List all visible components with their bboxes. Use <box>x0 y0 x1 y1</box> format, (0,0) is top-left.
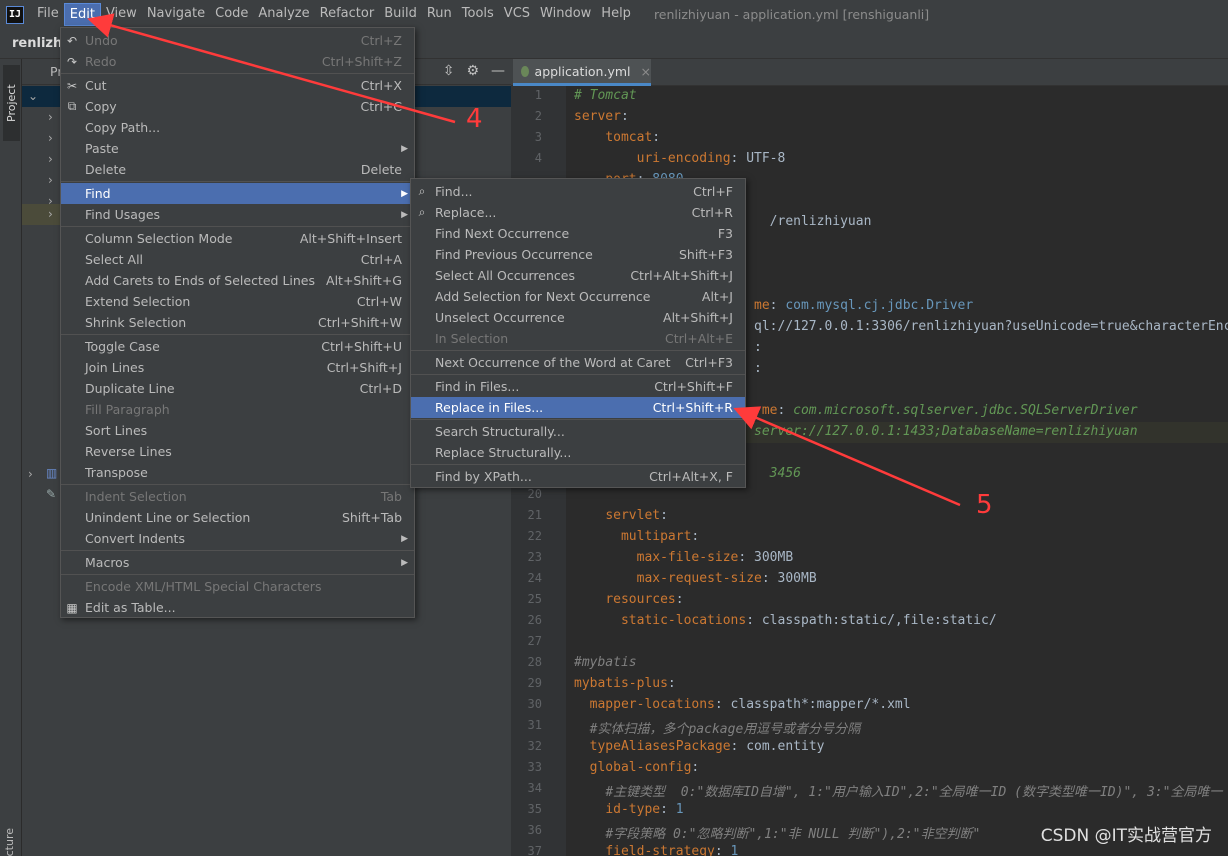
annotation-step-4: 4 <box>466 104 483 134</box>
annotation-arrows <box>87 13 961 507</box>
annotation-step-5: 5 <box>976 490 993 520</box>
arrow-to-replace-in-files <box>733 406 961 507</box>
watermark: CSDN @IT实战营官方 <box>1040 826 1212 846</box>
arrow-to-edit-menu <box>87 13 456 124</box>
